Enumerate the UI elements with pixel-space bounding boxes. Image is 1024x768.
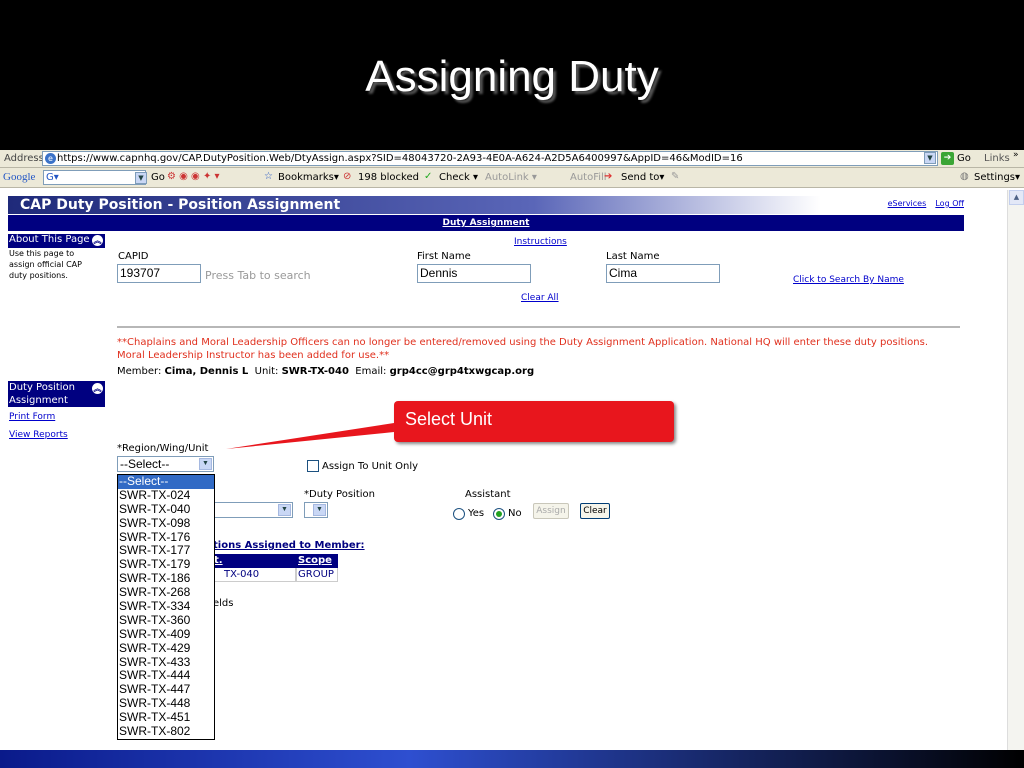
dropdown-option[interactable]: SWR-TX-444 — [118, 669, 214, 683]
select-unit-callout: Select Unit — [394, 401, 674, 442]
slide-footer-strip — [0, 750, 1024, 768]
dropdown-option[interactable]: SWR-TX-186 — [118, 571, 214, 586]
dropdown-option[interactable]: SWR-TX-176 — [118, 530, 214, 545]
dropdown-option[interactable]: SWR-TX-024 — [118, 488, 214, 503]
dropdown-option[interactable]: SWR-TX-802 — [118, 724, 214, 739]
dropdown-option[interactable]: SWR-TX-429 — [118, 641, 214, 656]
dropdown-option[interactable]: SWR-TX-360 — [118, 613, 214, 628]
dropdown-option[interactable]: --Select-- — [118, 474, 214, 489]
dropdown-option[interactable]: SWR-TX-040 — [118, 502, 214, 517]
dropdown-option[interactable]: SWR-TX-179 — [118, 557, 214, 572]
dropdown-option[interactable]: SWR-TX-334 — [118, 599, 214, 614]
dropdown-option[interactable]: SWR-TX-451 — [118, 710, 214, 725]
dropdown-option[interactable]: SWR-TX-448 — [118, 696, 214, 711]
callout-text: Select Unit — [405, 409, 493, 429]
dropdown-option[interactable]: SWR-TX-409 — [118, 627, 214, 642]
dropdown-option[interactable]: SWR-TX-433 — [118, 655, 214, 670]
dropdown-option[interactable]: SWR-TX-268 — [118, 585, 214, 600]
dropdown-option[interactable]: SWR-TX-098 — [118, 516, 214, 531]
region-dropdown-list[interactable]: --Select-- SWR-TX-024 SWR-TX-040 SWR-TX-… — [117, 474, 215, 740]
callout-pointer-shape — [226, 423, 394, 449]
dropdown-option[interactable]: SWR-TX-447 — [118, 682, 214, 697]
dropdown-option[interactable]: SWR-TX-177 — [118, 544, 214, 558]
